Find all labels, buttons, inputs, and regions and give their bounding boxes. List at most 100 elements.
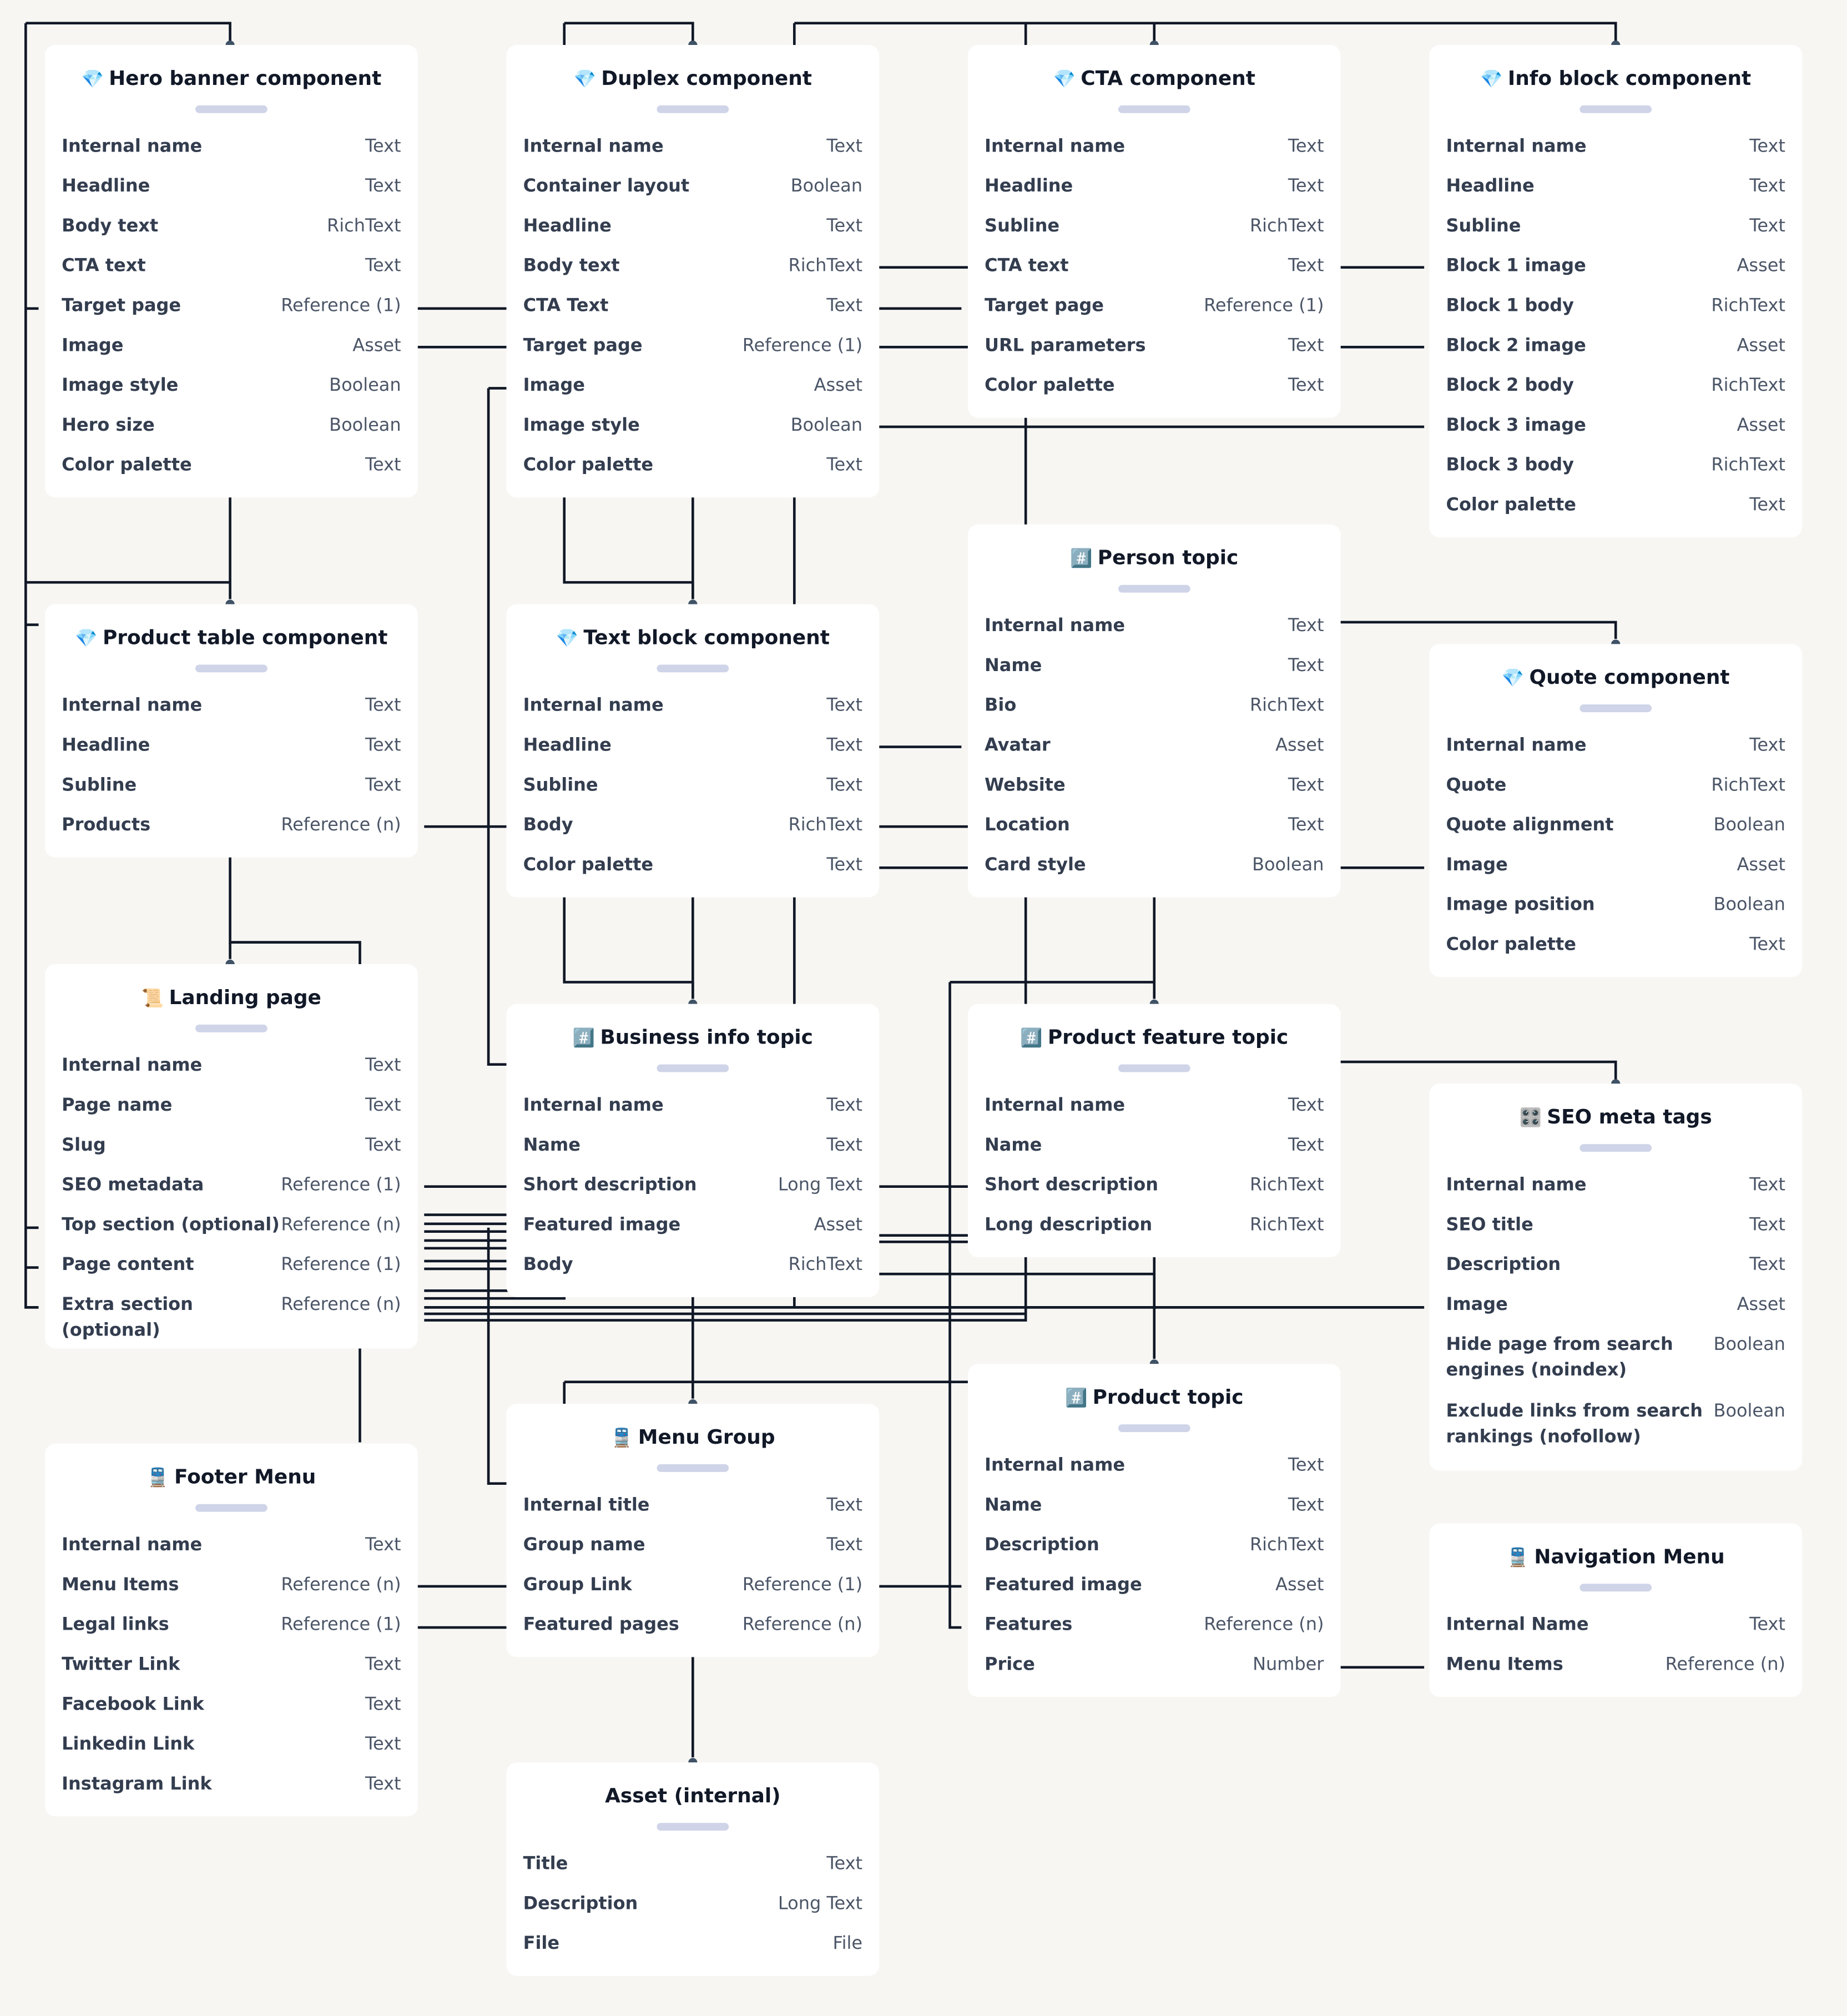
field-row[interactable]: Headline Text — [985, 174, 1324, 214]
field-row[interactable]: CTA text Text — [62, 253, 401, 293]
field-row[interactable]: Image style Boolean — [62, 373, 401, 413]
field-row[interactable]: Internal title Text — [523, 1493, 862, 1533]
field-row[interactable]: Image Asset — [62, 333, 401, 373]
drag-handle[interactable] — [1579, 1584, 1652, 1592]
field-row[interactable]: Twitter Link Text — [62, 1652, 401, 1692]
field-row[interactable]: Color palette Text — [1446, 492, 1785, 532]
field-row[interactable]: Bio RichText — [985, 693, 1324, 733]
field-row[interactable]: Block 3 body RichText — [1446, 452, 1785, 492]
field-row[interactable]: Block 1 image Asset — [1446, 253, 1785, 293]
content-type-card-cta[interactable]: 💎 CTA component Internal name Text Headline T… — [967, 45, 1341, 418]
field-row[interactable]: Card style Boolean — [985, 853, 1324, 893]
field-row[interactable]: Internal name Text — [62, 1533, 401, 1573]
field-row[interactable]: Name Text — [985, 653, 1324, 693]
drag-handle[interactable] — [657, 664, 729, 673]
field-row[interactable]: Subline Text — [523, 773, 862, 813]
field-row[interactable]: Title Text — [523, 1851, 862, 1891]
field-row[interactable]: Products Reference (n) — [62, 813, 401, 853]
field-row[interactable]: Color palette Text — [523, 853, 862, 893]
field-row[interactable]: Headline Text — [523, 733, 862, 773]
field-row[interactable]: File File — [523, 1931, 862, 1971]
drag-handle[interactable] — [1579, 1144, 1652, 1152]
content-type-card-asset[interactable]: Asset (internal) Title Text Description Long… — [506, 1762, 880, 1976]
field-row[interactable]: Hero size Boolean — [62, 412, 401, 452]
field-row[interactable]: Block 2 body RichText — [1446, 373, 1785, 413]
field-row[interactable]: Target page Reference (1) — [62, 293, 401, 333]
field-row[interactable]: Internal name Text — [1446, 1172, 1785, 1212]
field-row[interactable]: Target page Reference (1) — [985, 293, 1324, 333]
field-row[interactable]: Block 1 body RichText — [1446, 293, 1785, 333]
field-row[interactable]: Image style Boolean — [523, 412, 862, 452]
field-row[interactable]: Internal name Text — [62, 1053, 401, 1093]
field-row[interactable]: Headline Text — [1446, 174, 1785, 214]
field-row[interactable]: URL parameters Text — [985, 333, 1324, 373]
drag-handle[interactable] — [195, 105, 268, 113]
field-row[interactable]: Description RichText — [985, 1533, 1324, 1573]
field-row[interactable]: Image Asset — [1446, 853, 1785, 893]
field-row[interactable]: Description Text — [1446, 1252, 1785, 1292]
field-row[interactable]: Color palette Text — [985, 373, 1324, 413]
field-row[interactable]: Subline Text — [1446, 213, 1785, 253]
drag-handle[interactable] — [657, 1823, 729, 1831]
drag-handle[interactable] — [1118, 105, 1190, 113]
field-row[interactable]: Color palette Text — [523, 452, 862, 492]
field-row[interactable]: Internal name Text — [62, 693, 401, 733]
field-row[interactable]: Body text RichText — [62, 213, 401, 253]
field-row[interactable]: Block 3 image Asset — [1446, 412, 1785, 452]
field-row[interactable]: Description Long Text — [523, 1891, 862, 1931]
drag-handle[interactable] — [657, 105, 729, 113]
field-row[interactable]: Internal name Text — [985, 1093, 1324, 1133]
content-type-card-info[interactable]: 💎 Info block component Internal name Text He… — [1429, 45, 1803, 538]
field-row[interactable]: Page name Text — [62, 1093, 401, 1133]
field-row[interactable]: Body RichText — [523, 813, 862, 853]
content-type-card-product-table[interactable]: 💎 Product table component Internal name Tex… — [45, 604, 418, 858]
field-row[interactable]: Name Text — [985, 1493, 1324, 1533]
field-row[interactable]: Featured image Asset — [523, 1212, 862, 1252]
content-type-card-duplex[interactable]: 💎 Duplex component Internal name Text Contai… — [506, 45, 880, 498]
field-row[interactable]: Short description Long Text — [523, 1172, 862, 1212]
field-row[interactable]: Hide page from search engines (noindex) B… — [1446, 1332, 1785, 1398]
content-type-card-quote[interactable]: 💎 Quote component Internal name Text Quote Ri… — [1429, 644, 1803, 977]
drag-handle[interactable] — [1118, 584, 1190, 593]
field-row[interactable]: Linkedin Link Text — [62, 1732, 401, 1772]
drag-handle[interactable] — [1118, 1424, 1190, 1433]
field-row[interactable]: Internal Name Text — [1446, 1612, 1785, 1652]
field-row[interactable]: CTA text Text — [985, 253, 1324, 293]
field-row[interactable]: Slug Text — [62, 1132, 401, 1172]
drag-handle[interactable] — [195, 664, 268, 673]
field-row[interactable]: Color palette Text — [1446, 932, 1785, 972]
content-type-card-person[interactable]: #️⃣ Person topic Internal name Text Name Text… — [967, 524, 1341, 898]
field-row[interactable]: Headline Text — [62, 174, 401, 214]
field-row[interactable]: Top section (optional) Reference (n) — [62, 1212, 401, 1252]
field-row[interactable]: Subline RichText — [985, 213, 1324, 253]
field-row[interactable]: Menu Items Reference (n) — [62, 1572, 401, 1612]
field-row[interactable]: Image Asset — [1446, 1292, 1785, 1332]
field-row[interactable]: Facebook Link Text — [62, 1692, 401, 1732]
content-type-card-landing[interactable]: 📜 Landing page Internal name Text Page name T… — [45, 964, 418, 1349]
field-row[interactable]: Color palette Text — [62, 452, 401, 492]
field-row[interactable]: Instagram Link Text — [62, 1771, 401, 1811]
field-row[interactable]: Body RichText — [523, 1252, 862, 1292]
field-row[interactable]: Subline Text — [62, 773, 401, 813]
field-row[interactable]: Website Text — [985, 773, 1324, 813]
field-row[interactable]: Container layout Boolean — [523, 174, 862, 214]
field-row[interactable]: Internal name Text — [523, 693, 862, 733]
field-row[interactable]: Group name Text — [523, 1533, 862, 1573]
content-type-card-seo[interactable]: 🎛️ SEO meta tags Internal name Text SEO titl… — [1429, 1083, 1803, 1471]
drag-handle[interactable] — [657, 1064, 729, 1072]
field-row[interactable]: Internal name Text — [523, 1093, 862, 1133]
field-row[interactable]: Headline Text — [62, 733, 401, 773]
field-row[interactable]: SEO metadata Reference (1) — [62, 1172, 401, 1212]
content-type-card-hero[interactable]: 💎 Hero banner component Internal name Text H… — [45, 45, 418, 498]
field-row[interactable]: Internal name Text — [62, 134, 401, 174]
field-row[interactable]: Features Reference (n) — [985, 1612, 1324, 1652]
content-type-card-business[interactable]: #️⃣ Business info topic Internal name Text N… — [506, 1004, 880, 1297]
field-row[interactable]: Page content Reference (1) — [62, 1252, 401, 1292]
field-row[interactable]: Quote alignment Boolean — [1446, 813, 1785, 853]
field-row[interactable]: Block 2 image Asset — [1446, 333, 1785, 373]
drag-handle[interactable] — [1579, 105, 1652, 113]
field-row[interactable]: Legal links Reference (1) — [62, 1612, 401, 1652]
field-row[interactable]: Group Link Reference (1) — [523, 1572, 862, 1612]
content-type-card-footer[interactable]: 🚆 Footer Menu Internal name Text Menu Items R… — [45, 1443, 418, 1817]
drag-handle[interactable] — [657, 1464, 729, 1472]
